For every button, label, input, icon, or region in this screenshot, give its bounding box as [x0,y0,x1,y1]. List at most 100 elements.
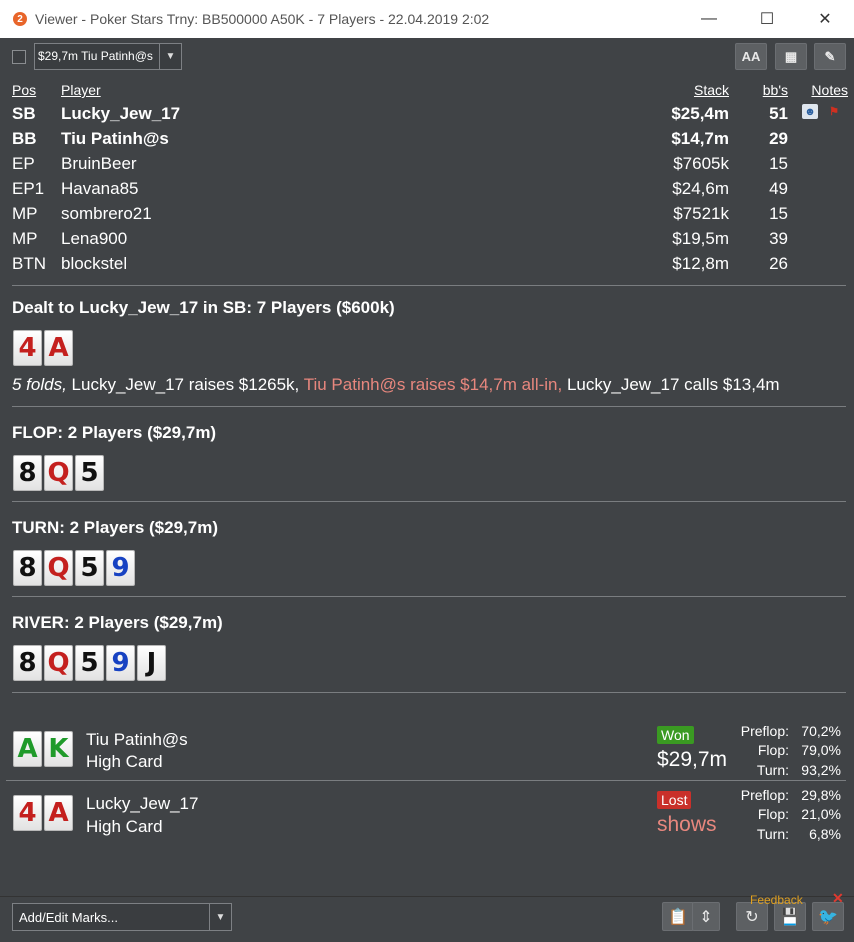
player-pos: SB [12,104,36,123]
player-bbs: 29 [769,129,788,148]
action-raise: Lucky_Jew_17 raises $1265k, [66,375,300,394]
maximize-button[interactable]: ☐ [738,0,796,38]
card: 9 [106,550,135,586]
equity-label: Preflop: [740,787,789,803]
header-stack[interactable]: Stack [694,82,729,98]
table-row: EP1 Havana85 $24,6m 49 [12,179,848,204]
close-button[interactable]: ✕ [796,0,854,38]
table-row: BB Tiu Patinh@s $14,7m 29 [12,129,848,154]
player-bbs: 15 [769,204,788,223]
header-pos[interactable]: Pos [12,82,36,98]
turn-cards: 8 Q 5 9 [13,550,135,586]
player-bbs: 39 [769,229,788,248]
flop-cards: 8 Q 5 [13,455,104,491]
font-size-button[interactable]: AA [735,43,767,70]
player-stack: $19,5m [672,229,729,248]
person-note-icon[interactable]: ☻ [802,104,818,119]
hero-cards: 4 A [13,330,73,366]
equity-label: Preflop: [740,723,789,739]
player-pos: BTN [12,254,46,273]
table-row: MP Lena900 $19,5m 39 [12,229,848,254]
close-icon[interactable]: ✕ [832,890,844,907]
card: 8 [13,550,42,586]
card: Q [44,645,73,681]
action-call: Lucky_Jew_17 calls $13,4m [562,375,780,394]
header-player[interactable]: Player [61,82,101,98]
result-shows: shows [657,813,717,836]
player-stack: $7605k [673,154,729,173]
card: J [137,645,166,681]
result-player-name[interactable]: Lucky_Jew_17 [86,794,198,814]
marks-dropdown[interactable]: Add/Edit Marks... ▼ [12,903,232,931]
player-stack: $14,7m [671,129,729,148]
player-name[interactable]: Lucky_Jew_17 [61,104,180,124]
divider [6,780,846,781]
hand-select-dropdown[interactable]: $29,7m Tiu Patinh@s ▼ [34,43,182,70]
table-row: SB Lucky_Jew_17 $25,4m 51 ☻ ⚑ [12,104,848,129]
preflop-actions: 5 folds, Lucky_Jew_17 raises $1265k, Tiu… [12,375,780,395]
showdown-cards: 4 A [13,795,73,831]
flop-title: FLOP: 2 Players ($29,7m) [12,423,217,442]
player-name[interactable]: Lena900 [61,229,127,249]
minimize-button[interactable]: — [680,0,738,38]
card: 5 [75,455,104,491]
chevron-down-icon[interactable]: ▼ [159,44,181,69]
player-pos: MP [12,204,38,223]
equity-label: Turn: [756,826,789,842]
player-name[interactable]: Tiu Patinh@s [61,129,169,149]
grid-icon[interactable]: ▦ [775,43,807,70]
edit-pencil-icon[interactable]: ✎ [814,43,846,70]
player-bbs: 49 [769,179,788,198]
card: 8 [13,455,42,491]
equity-value: 79,0% [801,742,841,758]
marks-placeholder: Add/Edit Marks... [19,910,118,925]
table-row: BTN blockstel $12,8m 26 [12,254,848,279]
player-pos: MP [12,229,38,248]
card: 5 [75,550,104,586]
action-folds: 5 folds, [12,375,67,394]
chevron-down-icon[interactable]: ▼ [209,904,231,930]
player-bbs: 26 [769,254,788,273]
flag-note-icon[interactable]: ⚑ [826,104,842,119]
select-checkbox[interactable] [12,50,26,64]
player-name[interactable]: blockstel [61,254,127,274]
header-notes[interactable]: Notes [811,82,848,98]
feedback-link[interactable]: Feedback [750,893,803,907]
divider [12,501,846,502]
result-player-name[interactable]: Tiu Patinh@s [86,730,188,750]
player-name[interactable]: Havana85 [61,179,139,199]
equity-label: Flop: [757,806,789,822]
hand-select-value: $29,7m Tiu Patinh@s [38,49,153,63]
player-pos: EP [12,154,35,173]
player-stack: $12,8m [672,254,729,273]
equity-value: 70,2% [801,723,841,739]
card: 8 [13,645,42,681]
title-bar: 2 Viewer - Poker Stars Trny: BB500000 A5… [0,0,854,38]
app-logo-icon: 2 [13,12,27,26]
bottom-bar: Add/Edit Marks... ▼ 📋 ⇕ ↻ 💾 🐦 [0,896,854,942]
up-down-icon[interactable]: ⇕ [692,902,720,931]
card: Q [44,550,73,586]
won-badge: Won [657,726,694,744]
header-bbs[interactable]: bb's [763,82,788,98]
clipboard-icon[interactable]: 📋 [662,902,694,931]
equity-value: 6,8% [809,826,841,842]
river-cards: 8 Q 5 9 J [13,645,166,681]
player-name[interactable]: sombrero21 [61,204,152,224]
action-allin: Tiu Patinh@s raises $14,7m all-in, [299,375,563,394]
card: A [13,731,42,767]
player-pos: BB [12,129,37,148]
equity-label: Flop: [757,742,789,758]
river-title: RIVER: 2 Players ($29,7m) [12,613,223,632]
card: 4 [13,330,42,366]
player-pos: EP1 [12,179,45,198]
showdown-cards: A K [13,731,73,767]
divider [12,692,846,693]
lost-badge: Lost [657,791,692,809]
card: Q [44,455,73,491]
equity-value: 29,8% [801,787,841,803]
card: A [44,795,73,831]
card: 9 [106,645,135,681]
card: 4 [13,795,42,831]
player-name[interactable]: BruinBeer [61,154,137,174]
